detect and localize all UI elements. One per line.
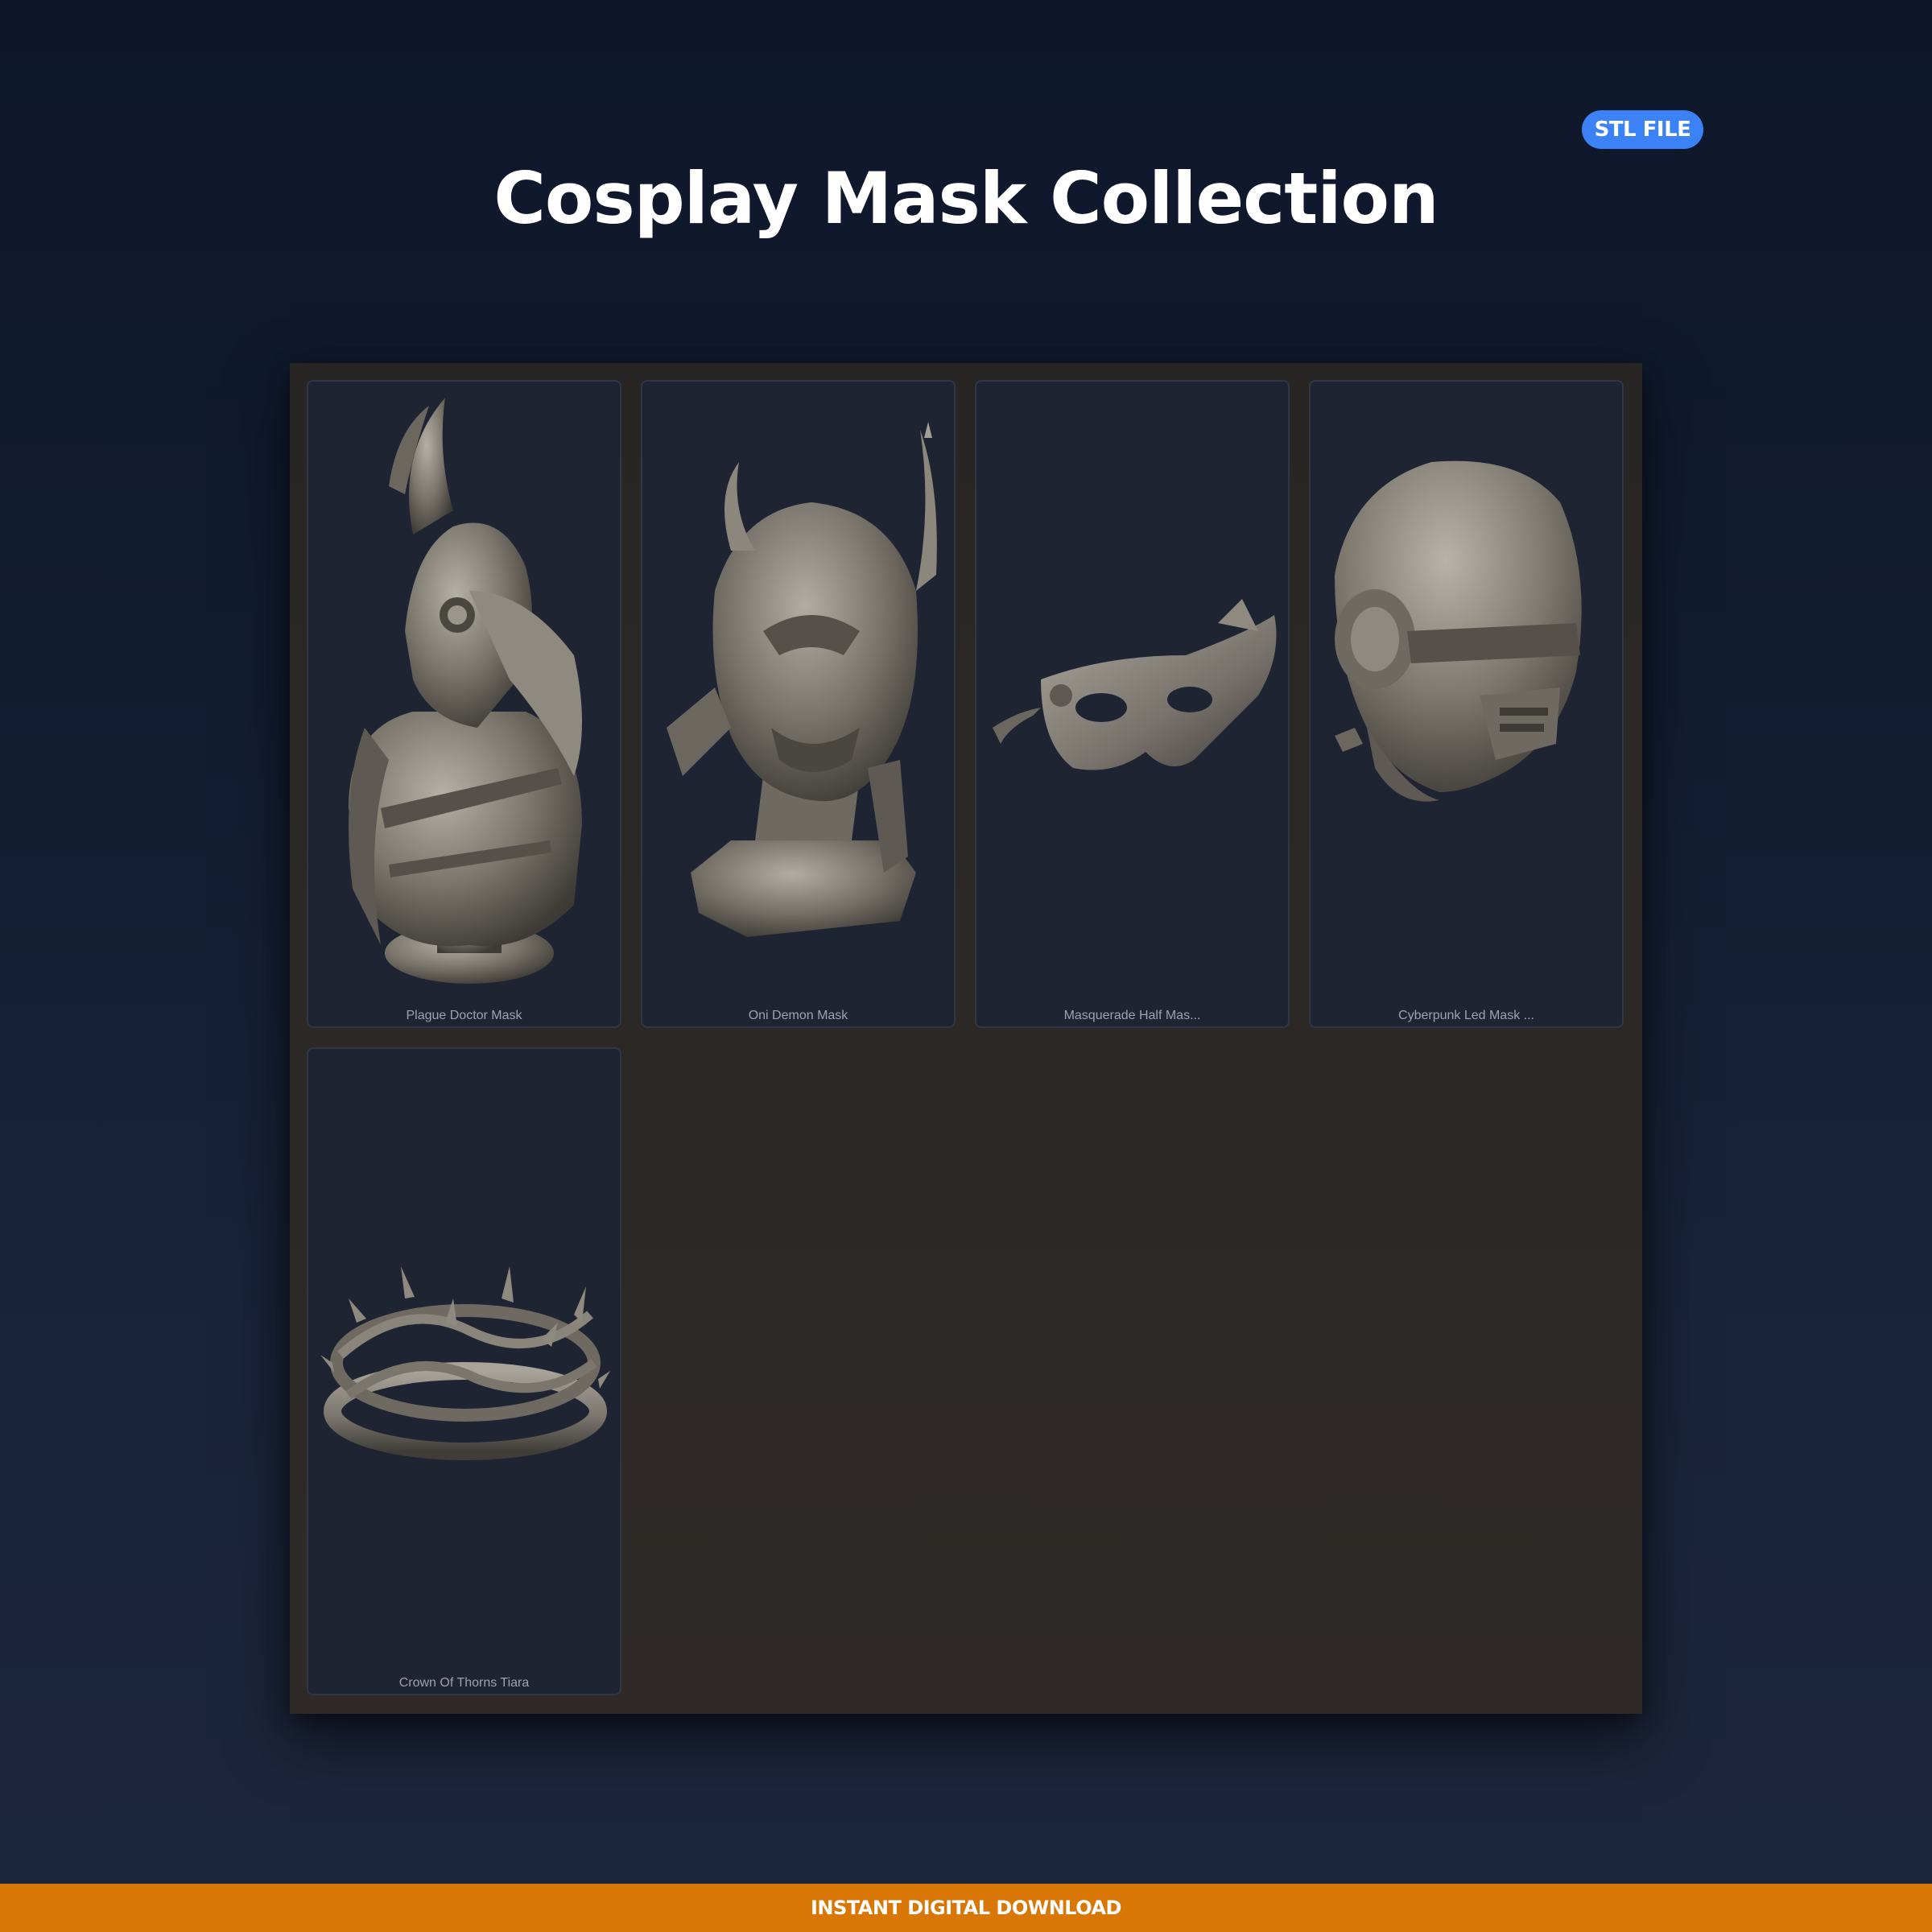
- plague-doctor-mask-render: [349, 398, 582, 984]
- product-label: Cyberpunk Led Mask ...: [1398, 1009, 1534, 1022]
- product-label: Masquerade Half Mas...: [1063, 1009, 1201, 1022]
- product-card-masquerade[interactable]: Masquerade Half Mas...: [975, 380, 1290, 1028]
- product-card-plague-doctor[interactable]: Plague Doctor Mask: [307, 380, 621, 1028]
- product-card-oni-demon[interactable]: Oni Demon Mask: [641, 380, 956, 1028]
- product-label: Crown Of Thorns Tiara: [398, 1676, 530, 1690]
- oni-demon-mask-render: [667, 422, 937, 937]
- product-label: Plague Doctor Mask: [406, 1009, 522, 1022]
- product-card-cyberpunk[interactable]: Cyberpunk Led Mask ...: [1309, 380, 1624, 1028]
- page-title: Cosplay Mask Collection: [493, 157, 1439, 240]
- cyberpunk-led-mask-render: [1335, 460, 1582, 802]
- masquerade-half-mask-render: [993, 599, 1277, 770]
- product-grid-panel: Plague Doctor Mask Oni Demon Mask Masque…: [290, 363, 1642, 1714]
- product-card-crown-of-thorns[interactable]: Crown Of Thorns Tiara: [307, 1047, 621, 1695]
- footer-banner: INSTANT DIGITAL DOWNLOAD: [0, 1884, 1932, 1932]
- crown-of-thorns-tiara-render: [320, 1266, 610, 1460]
- product-label: Oni Demon Mask: [748, 1009, 848, 1022]
- stl-file-badge: STL FILE: [1582, 110, 1703, 149]
